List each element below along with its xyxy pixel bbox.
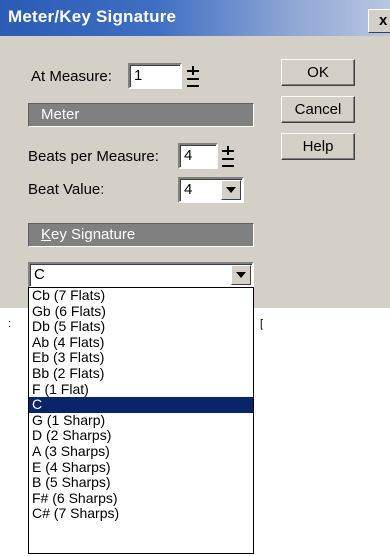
key-signature-select[interactable]: C	[28, 262, 254, 288]
spin-plus-icon	[227, 146, 229, 155]
ok-button[interactable]: OK	[281, 59, 355, 86]
spin-down-icon	[187, 85, 199, 87]
key-option[interactable]: F (1 Flat)	[29, 381, 253, 398]
spin-plus-icon	[192, 66, 194, 75]
key-option[interactable]: A (3 Sharps)	[29, 443, 253, 460]
key-option[interactable]: C# (7 Sharps)	[29, 506, 253, 522]
key-option[interactable]: F# (6 Sharps)	[29, 490, 253, 507]
beats-per-measure-spinner[interactable]	[221, 144, 235, 168]
key-option[interactable]: Eb (3 Flats)	[29, 350, 253, 366]
key-option[interactable]: C	[29, 397, 253, 413]
edge-mark-right: [	[260, 318, 264, 330]
window-title: Meter/Key Signature	[8, 7, 177, 26]
beats-per-measure-input[interactable]: 4	[178, 143, 218, 169]
beats-per-measure-label: Beats per Measure:	[28, 148, 159, 165]
key-option[interactable]: Bb (2 Flats)	[29, 365, 253, 382]
spin-down-icon	[222, 165, 234, 167]
key-accelerator: K	[41, 226, 52, 243]
key-signature-section-header: Key Signature	[28, 223, 254, 247]
meter-section-header: Meter	[28, 103, 254, 127]
key-option[interactable]: Gb (6 Flats)	[29, 303, 253, 320]
at-measure-label: At Measure:	[31, 68, 112, 85]
key-option[interactable]: Db (5 Flats)	[29, 319, 253, 335]
chevron-down-icon[interactable]	[221, 180, 241, 200]
key-option[interactable]: E (4 Sharps)	[29, 459, 253, 476]
key-signature-list[interactable]: Cb (7 Flats) Gb (6 Flats) Db (5 Flats) Ab (…	[28, 287, 254, 554]
at-measure-spinner[interactable]	[186, 64, 200, 88]
beat-value-label: Beat Value:	[28, 181, 105, 198]
key-option[interactable]: Cb (7 Flats)	[29, 287, 253, 304]
key-option[interactable]: Ab (4 Flats)	[29, 334, 253, 351]
close-button[interactable]: x	[368, 9, 390, 33]
key-option[interactable]: D (2 Sharps)	[29, 428, 253, 444]
spin-divider-icon	[222, 158, 234, 160]
spin-divider-icon	[187, 78, 199, 80]
beat-value-select[interactable]: 4	[178, 177, 244, 203]
key-option[interactable]: B (5 Sharps)	[29, 475, 253, 491]
title-bar[interactable]: Meter/Key Signature x	[0, 0, 390, 36]
edge-mark-left: :	[8, 318, 12, 330]
at-measure-input[interactable]: 1	[128, 63, 182, 89]
meter-key-dialog: Meter/Key Signature x At Measure: 1 Mete…	[0, 0, 390, 308]
cancel-button[interactable]: Cancel	[281, 96, 355, 123]
help-button[interactable]: Help	[281, 133, 355, 160]
key-signature-selected: C	[34, 266, 45, 283]
beat-value-selected: 4	[184, 181, 193, 198]
chevron-down-icon[interactable]	[231, 265, 251, 285]
key-heading-text: ey Signature	[51, 226, 136, 243]
key-option[interactable]: G (1 Sharp)	[29, 412, 253, 429]
